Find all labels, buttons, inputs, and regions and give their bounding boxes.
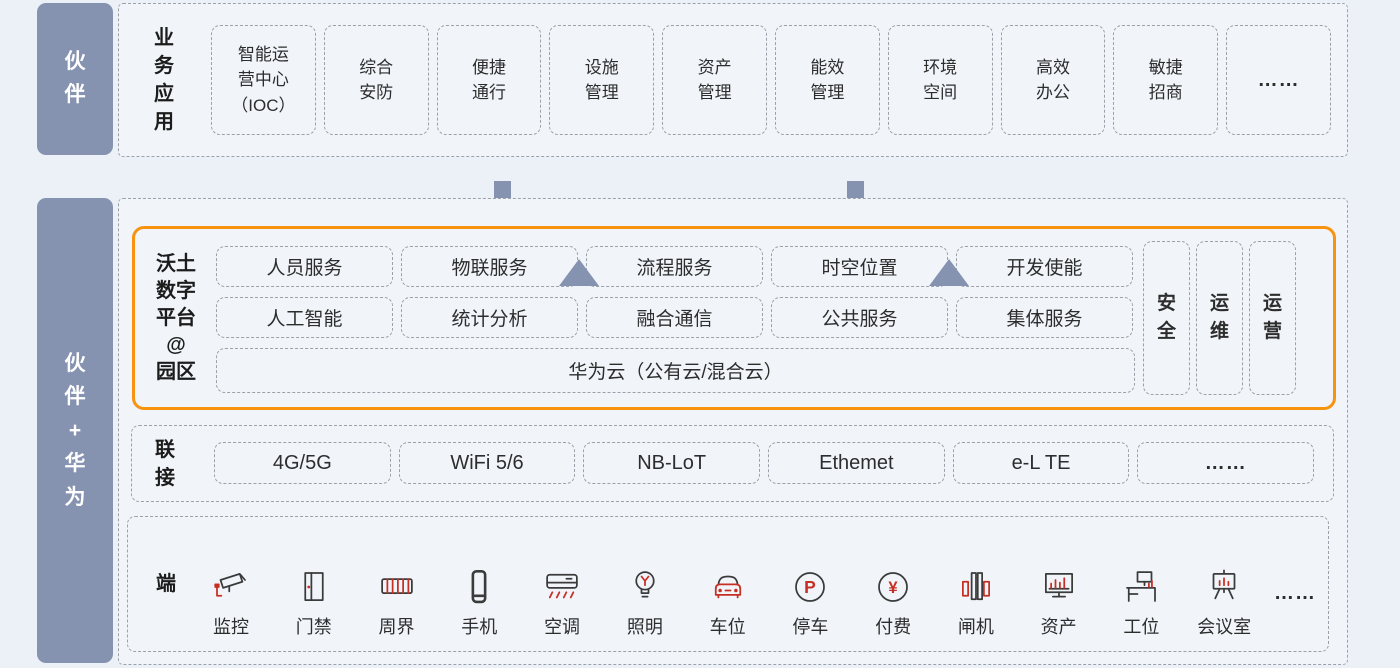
devices-label: 端 — [150, 517, 182, 651]
parking-icon: P — [789, 562, 831, 608]
connector-square-icon — [847, 181, 864, 198]
connect-box-wifi: WiFi 5/6 — [399, 442, 576, 484]
partner-huawei-sidebar: 伙 伴 + 华 为 — [37, 198, 113, 663]
devices-row: 监控 门禁 周界 手机 — [198, 533, 1316, 639]
triangle-up-icon — [559, 259, 599, 286]
service-box-dev-enable: 开发使能 — [956, 246, 1133, 287]
ac-icon — [541, 562, 583, 608]
device-item: 会议室 — [1191, 562, 1257, 639]
device-item: 周界 — [364, 562, 430, 639]
phone-icon — [458, 562, 500, 608]
fence-icon — [376, 562, 418, 608]
connect-box-elte: e-L TE — [953, 442, 1130, 484]
service-box-personnel: 人员服务 — [216, 246, 393, 287]
connectivity-section: 联 接 4G/5G WiFi 5/6 NB-LoT Ethemet e-L TE… — [131, 425, 1334, 502]
app-box-facility: 设施 管理 — [549, 25, 654, 135]
smart-campus-architecture-diagram: 伙 伴 业 务 应 用 智能运 营中心 （IOC） 综合 安防 便捷 通行 设施… — [0, 0, 1400, 668]
desk-icon — [1120, 562, 1162, 608]
connect-box-more: …… — [1137, 442, 1314, 484]
svg-text:P: P — [805, 577, 817, 597]
meeting-icon — [1203, 562, 1245, 608]
app-box-more: …… — [1226, 25, 1331, 135]
svg-text:¥: ¥ — [889, 578, 899, 597]
device-item: 资产 — [1026, 562, 1092, 639]
business-apps-row: 智能运 营中心 （IOC） 综合 安防 便捷 通行 设施 管理 资产 管理 能效… — [211, 25, 1331, 135]
partner-huawei-sidebar-label: 伙 伴 + 华 为 — [65, 347, 86, 515]
connect-box-nbiot: NB-LoT — [583, 442, 760, 484]
connectivity-row: 4G/5G WiFi 5/6 NB-LoT Ethemet e-L TE …… — [214, 442, 1314, 484]
service-box-public: 公共服务 — [771, 297, 948, 338]
business-apps-label: 业 务 应 用 — [143, 4, 185, 156]
pillar-operation: 运 营 — [1249, 241, 1296, 395]
connector-square-icon — [494, 181, 511, 198]
partner-sidebar: 伙 伴 — [37, 3, 113, 155]
app-box-access: 便捷 通行 — [437, 25, 542, 135]
app-box-security: 综合 安防 — [324, 25, 429, 135]
platform-label: 沃土 数字 平台 @ 园区 — [143, 229, 209, 407]
service-box-comms: 融合通信 — [586, 297, 763, 338]
devices-section: 端 监控 门禁 周界 — [127, 516, 1329, 652]
asset-icon — [1038, 562, 1080, 608]
app-box-energy: 能效 管理 — [775, 25, 880, 135]
service-box-spacetime: 时空位置 — [771, 246, 948, 287]
device-item: 工位 — [1108, 562, 1174, 639]
business-apps-section: 业 务 应 用 智能运 营中心 （IOC） 综合 安防 便捷 通行 设施 管理 … — [118, 3, 1348, 157]
app-box-ioc: 智能运 营中心 （IOC） — [211, 25, 316, 135]
app-box-investment: 敏捷 招商 — [1113, 25, 1218, 135]
cctv-icon — [210, 562, 252, 608]
service-box-iot: 物联服务 — [401, 246, 578, 287]
app-box-asset: 资产 管理 — [662, 25, 767, 135]
service-box-ai: 人工智能 — [216, 297, 393, 338]
service-box-statistics: 统计分析 — [401, 297, 578, 338]
device-item: 手机 — [446, 562, 512, 639]
device-item: 空调 — [529, 562, 595, 639]
horizon-platform-box: 沃土 数字 平台 @ 园区 人员服务 物联服务 流程服务 时空位置 开发使能 人… — [132, 226, 1336, 410]
service-box-process: 流程服务 — [586, 246, 763, 287]
platform-row-1: 人员服务 物联服务 流程服务 时空位置 开发使能 — [216, 246, 1133, 287]
app-box-office: 高效 办公 — [1001, 25, 1106, 135]
connect-box-ethernet: Ethemet — [768, 442, 945, 484]
device-item: 闸机 — [943, 562, 1009, 639]
car-icon — [707, 562, 749, 608]
pay-icon: ¥ — [872, 562, 914, 608]
connect-box-4g5g: 4G/5G — [214, 442, 391, 484]
partner-sidebar-label: 伙 伴 — [65, 46, 86, 111]
service-box-collective: 集体服务 — [956, 297, 1133, 338]
device-item: 监控 — [198, 562, 264, 639]
device-item: P 停车 — [777, 562, 843, 639]
triangle-up-icon — [929, 259, 969, 286]
device-item: 照明 — [612, 562, 678, 639]
device-item: 车位 — [695, 562, 761, 639]
gate-icon — [955, 562, 997, 608]
platform-row-2: 人工智能 统计分析 融合通信 公共服务 集体服务 — [216, 297, 1133, 338]
device-item: 门禁 — [281, 562, 347, 639]
devices-more-dots: …… — [1274, 582, 1316, 639]
connectivity-label: 联 接 — [148, 426, 182, 501]
pillar-om: 运 维 — [1196, 241, 1243, 395]
huawei-cloud-box: 华为云（公有云/混合云） — [216, 348, 1135, 393]
device-item: ¥ 付费 — [860, 562, 926, 639]
app-box-environment: 环境 空间 — [888, 25, 993, 135]
door-icon — [293, 562, 335, 608]
bulb-icon — [624, 562, 666, 608]
pillar-security: 安 全 — [1143, 241, 1190, 395]
